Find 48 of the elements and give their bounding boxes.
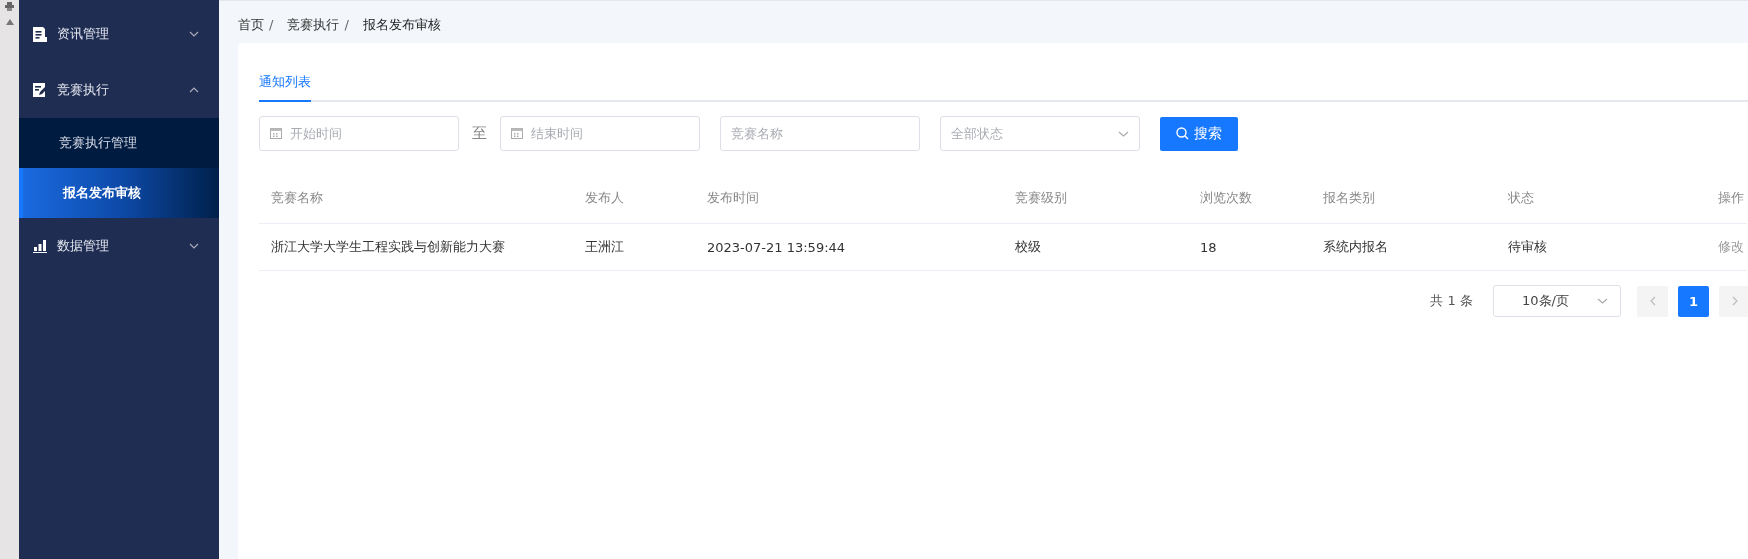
- calendar-icon: [270, 127, 282, 139]
- menu-item[interactable]: 资讯管理: [19, 6, 219, 62]
- column-header: 报名类别: [1323, 190, 1375, 205]
- menu-item[interactable]: 数据管理: [19, 218, 219, 274]
- document-icon: [33, 26, 47, 42]
- column-header: 操作: [1718, 190, 1744, 205]
- search-icon: [1176, 127, 1189, 140]
- chevron-right-icon: [1731, 296, 1738, 306]
- chevron-up-icon: [189, 87, 199, 93]
- page-button[interactable]: 1: [1678, 285, 1709, 317]
- column-header: 发布人: [585, 190, 624, 205]
- chevron-down-icon: [189, 243, 199, 249]
- chevron-down-icon: [189, 31, 199, 37]
- chevron-down-icon: [1118, 130, 1129, 137]
- edit-document-icon: [33, 83, 47, 97]
- breadcrumb-item[interactable]: 首页: [238, 15, 264, 34]
- start-date-field[interactable]: 开始时间: [259, 116, 459, 151]
- tab[interactable]: 通知列表: [259, 73, 311, 102]
- column-header: 发布时间: [707, 190, 759, 205]
- menu-item[interactable]: 竞赛执行: [19, 62, 219, 118]
- bar-chart-icon: [33, 239, 47, 253]
- breadcrumb-item[interactable]: 竞赛执行: [287, 15, 340, 34]
- triangle-up-icon[interactable]: [5, 19, 14, 25]
- submenu-item[interactable]: 竞赛执行管理: [19, 118, 219, 168]
- chevron-down-icon: [1597, 298, 1608, 304]
- table-cell: 2023-07-21 13:59:44: [707, 239, 846, 255]
- column-header: 浏览次数: [1200, 190, 1252, 205]
- total-count: 共 1 条: [1430, 292, 1473, 310]
- column-header: 竞赛名称: [271, 190, 323, 205]
- breadcrumb-separator: /: [344, 17, 349, 32]
- calendar-icon: [511, 127, 523, 139]
- name-field[interactable]: 竞赛名称: [720, 116, 920, 151]
- table-cell: 系统内报名: [1323, 239, 1388, 254]
- table-cell: 浙江大学大学生工程实践与创新能力大赛: [271, 239, 505, 254]
- table-cell: 18: [1200, 239, 1217, 255]
- page-size-dropdown[interactable]: 10条/页: [1493, 285, 1621, 317]
- chevron-left-icon: [1649, 296, 1656, 306]
- table-cell: 王洲江: [585, 239, 624, 254]
- table-cell: 校级: [1015, 239, 1041, 254]
- table-cell: 待审核: [1508, 239, 1547, 254]
- end-date-field[interactable]: 结束时间: [500, 116, 700, 151]
- search-button[interactable]: 搜索: [1160, 116, 1238, 151]
- breadcrumb-item: 报名发布审核: [362, 15, 441, 34]
- column-header: 竞赛级别: [1015, 190, 1067, 205]
- column-header: 状态: [1508, 190, 1534, 205]
- submenu-item[interactable]: 报名发布审核: [19, 168, 219, 218]
- range-separator: 至: [471, 124, 488, 143]
- breadcrumb-separator: /: [269, 17, 274, 32]
